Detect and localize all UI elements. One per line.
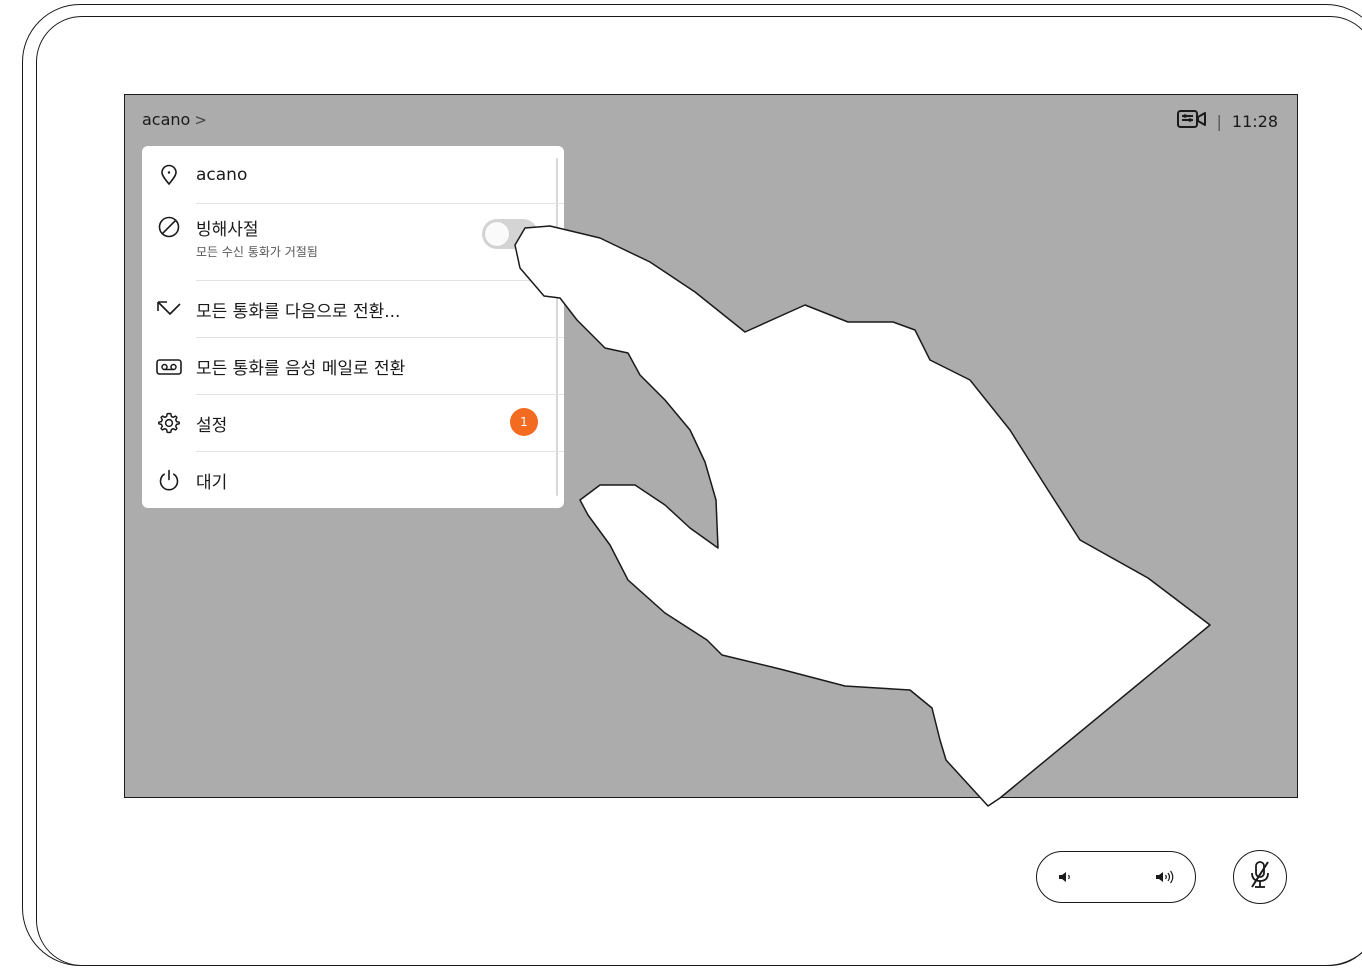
self-view-icon[interactable] [1176, 109, 1207, 133]
volume-down-icon[interactable] [1055, 866, 1077, 888]
status-area: | 11:28 [1176, 109, 1278, 133]
chevron-right-icon: > [194, 110, 207, 129]
menu-item-forward-to-voicemail[interactable]: 모든 통화를 음성 메일로 전환 [142, 338, 556, 395]
menu-item-label: 대기 [196, 472, 228, 493]
device-screen: acano > | 11:28 acano 빙해사절 모든 수신 통화가 거절됨… [124, 94, 1298, 798]
location-pin-icon [156, 162, 182, 188]
gear-icon [156, 410, 182, 436]
toggle-knob [484, 221, 510, 247]
power-icon [156, 467, 182, 493]
menu-item-forward-all-calls[interactable]: 모든 통화를 다음으로 전환... [142, 281, 556, 337]
do-not-disturb-toggle[interactable] [482, 219, 538, 249]
mute-microphone-button[interactable] [1233, 850, 1287, 904]
microphone-muted-icon [1246, 859, 1274, 895]
menu-item-label: 모든 통화를 다음으로 전환... [196, 301, 401, 322]
menu-item-sublabel: 모든 수신 통화가 거절됨 [196, 245, 318, 259]
menu-item-location[interactable]: acano [142, 152, 556, 197]
menu-item-standby[interactable]: 대기 [142, 452, 556, 508]
volume-up-icon[interactable] [1155, 866, 1177, 888]
clock: 11:28 [1231, 111, 1278, 131]
menu-item-label: 빙해사절 [196, 220, 259, 240]
volume-control[interactable] [1036, 851, 1196, 903]
voicemail-icon [156, 354, 182, 380]
menu-item-settings[interactable]: 설정 [142, 395, 556, 451]
do-not-disturb-icon [156, 214, 182, 240]
menu-item-label: 설정 [196, 415, 228, 436]
dropdown-menu: acano 빙해사절 모든 수신 통화가 거절됨 모든 통화를 다음으로 전환.… [142, 146, 564, 508]
menu-item-label: acano [196, 164, 248, 185]
settings-notification-badge: 1 [510, 408, 538, 436]
menu-scrollbar[interactable] [556, 158, 558, 496]
status-separator: | [1216, 111, 1222, 131]
screen-title-button[interactable]: acano > [142, 110, 207, 129]
call-forward-icon [156, 296, 182, 322]
menu-item-label: 모든 통화를 음성 메일로 전환 [196, 359, 406, 379]
screen-title-label: acano [142, 110, 191, 129]
